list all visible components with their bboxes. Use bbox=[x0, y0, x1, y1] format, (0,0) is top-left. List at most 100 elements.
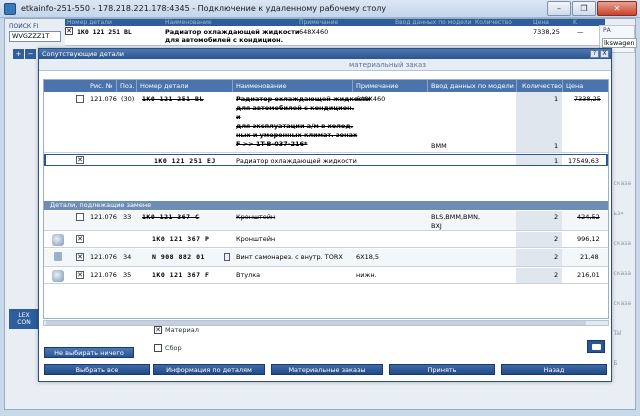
material-checkbox[interactable]: ✕ bbox=[154, 326, 162, 334]
horizontal-scrollbar[interactable] bbox=[43, 320, 609, 326]
screw-thumbnail-icon[interactable] bbox=[54, 252, 62, 261]
restore-button[interactable]: ❐ bbox=[572, 1, 596, 16]
print-icon[interactable] bbox=[587, 340, 605, 353]
background-table-header: Номер детали Наименование Примечание Вво… bbox=[65, 19, 605, 26]
bg-row-checkbox[interactable]: ✕ bbox=[65, 27, 73, 35]
table-row[interactable]: 121.076 (30) 1K0 121 251 BL Радиатор охл… bbox=[44, 92, 608, 153]
row-name: Винт самонарез. с внутр. TORX bbox=[236, 253, 343, 261]
bg-right-label-6: Б bbox=[613, 360, 618, 367]
bg-right-label-2: сказа bbox=[613, 240, 631, 247]
row-name: Кронштейн bbox=[236, 235, 276, 243]
row-checkbox[interactable]: ✕ bbox=[76, 235, 84, 243]
part-info-button[interactable]: Информация по деталям bbox=[153, 364, 265, 375]
background-table-row[interactable]: ✕ 1K0 121 251 BL Радиатор охлаждающей жи… bbox=[65, 26, 605, 46]
assembly-option[interactable]: Сбор bbox=[154, 344, 182, 352]
back-button[interactable]: Назад bbox=[501, 364, 607, 375]
row-name-line: ных и умеренных климат. зонах bbox=[236, 131, 358, 139]
row-part[interactable]: N 908 882 01 bbox=[152, 253, 205, 261]
zoom-in-icon[interactable]: + bbox=[13, 49, 24, 59]
bushing-thumbnail-icon[interactable] bbox=[52, 270, 64, 282]
row-part[interactable]: 1K0 121 367 F bbox=[152, 271, 209, 279]
row-fig: 121.076 bbox=[90, 95, 117, 103]
document-icon[interactable] bbox=[224, 253, 230, 261]
row-part[interactable]: 1K0 121 251 BL bbox=[142, 95, 204, 103]
deselect-all-button[interactable]: Не выбирать ничего bbox=[44, 347, 134, 358]
remote-desktop-icon bbox=[4, 2, 16, 15]
row-model: BLS,BMM,BMN, bbox=[431, 213, 481, 221]
window-controls: – ❐ ✕ bbox=[547, 1, 637, 16]
search-input[interactable]: WVGZZZ1T bbox=[9, 31, 61, 42]
lexcom-text: LEX CON bbox=[17, 312, 31, 326]
bg-right-label-4: сказа bbox=[613, 300, 631, 307]
table-row[interactable]: ✕ 121.076 35 1K0 121 367 F Втулка нижн. … bbox=[44, 268, 608, 284]
minimize-button[interactable]: – bbox=[547, 1, 571, 16]
dialog-title-buttons: ? X bbox=[590, 50, 609, 58]
row-name-line: для эксплуатации а/м в холод. bbox=[236, 122, 354, 130]
material-orders-button[interactable]: Материальные заказы bbox=[271, 364, 383, 375]
bg-right-label: РА bbox=[603, 27, 611, 34]
col-note[interactable]: Примечание bbox=[356, 82, 398, 90]
accept-button[interactable]: Принять bbox=[389, 364, 495, 375]
row-fig: 121.076 bbox=[90, 271, 117, 279]
table-row-selected[interactable]: ✕ 1K0 121 251 EJ Радиатор охлаждающей жи… bbox=[44, 154, 608, 166]
material-label: Материал bbox=[165, 326, 199, 334]
row-name-line: для автомобилей с кондицион. bbox=[236, 104, 355, 112]
row-qty: 1 bbox=[554, 95, 559, 103]
window-title: etkainfo-251-550 - 178.218.221.178:4345 … bbox=[21, 4, 387, 13]
row-checkbox[interactable]: ✕ bbox=[76, 156, 84, 164]
col-qty[interactable]: Количество bbox=[522, 82, 562, 90]
col-price[interactable]: Цена bbox=[566, 82, 583, 90]
row-pos: 34 bbox=[123, 253, 132, 261]
row-name: Радиатор охлаждающей жидкости bbox=[236, 157, 357, 165]
table-row[interactable]: ✕ 1K0 121 367 P Кронштейн 2 996,12 bbox=[44, 232, 608, 248]
col-model[interactable]: Ввод данных по модели bbox=[431, 82, 514, 90]
part-thumbnail-icon[interactable] bbox=[52, 234, 64, 246]
bg-right-label-5: Tal bbox=[613, 330, 622, 337]
close-button[interactable]: ✕ bbox=[597, 1, 637, 16]
bg-col-price: Цена bbox=[533, 19, 549, 26]
lexcom-logo: LEX CON bbox=[9, 309, 39, 329]
row-pos: (30) bbox=[121, 95, 135, 103]
row-qty: 2 bbox=[554, 235, 559, 243]
col-pos[interactable]: Поз. bbox=[120, 82, 134, 90]
row-model-2: BXJ bbox=[431, 222, 442, 230]
bg-col-k: K bbox=[573, 19, 577, 26]
row-checkbox[interactable]: ✕ bbox=[76, 253, 84, 261]
row-fig: 121.076 bbox=[90, 253, 117, 261]
bg-row-note: 648X460 bbox=[299, 28, 329, 36]
col-name[interactable]: Наименование bbox=[236, 82, 287, 90]
table-row[interactable]: 121.076 33 1K0 121 367 C Кронштейн BLS,B… bbox=[44, 211, 608, 231]
select-all-button[interactable]: Выбрать все bbox=[44, 364, 150, 375]
dialog-close-button[interactable]: X bbox=[600, 50, 609, 58]
dialog-help-button[interactable]: ? bbox=[590, 50, 599, 58]
material-option[interactable]: ✕ Материал bbox=[154, 326, 199, 334]
grid-header: Рис. № Поз. Номер детали Наименование Пр… bbox=[44, 80, 608, 92]
parts-grid: Рис. № Поз. Номер детали Наименование Пр… bbox=[43, 79, 609, 319]
scrollbar-thumb[interactable] bbox=[46, 321, 586, 325]
table-row[interactable]: ✕ 121.076 34 N 908 882 01 Винт самонарез… bbox=[44, 249, 608, 267]
dialog-title: Сопутствующие детали bbox=[42, 50, 124, 58]
row-checkbox[interactable] bbox=[76, 213, 84, 221]
bg-col-note: Примечание bbox=[299, 19, 339, 26]
bg-row-name2: для автомобилей с кондицион. bbox=[165, 36, 284, 44]
col-fig[interactable]: Рис. № bbox=[90, 82, 113, 90]
bg-right-label-3: сказа bbox=[613, 270, 631, 277]
bg-right-value[interactable]: lkswagen bbox=[602, 38, 637, 48]
bg-row-part: 1K0 121 251 BL bbox=[77, 28, 132, 36]
zoom-out-icon[interactable]: − bbox=[25, 49, 36, 59]
row-model: BMM bbox=[431, 142, 447, 150]
row-part[interactable]: 1K0 121 367 P bbox=[152, 235, 209, 243]
row-name: Втулка bbox=[236, 271, 261, 279]
row-checkbox[interactable]: ✕ bbox=[76, 271, 84, 279]
row-price: 216,01 bbox=[577, 271, 600, 279]
row-checkbox[interactable] bbox=[76, 95, 84, 103]
bg-row-name: Радиатор охлаждающей жидкости bbox=[165, 28, 300, 36]
row-price: 17549,63 bbox=[568, 157, 600, 165]
row-part[interactable]: 1K0 121 251 EJ bbox=[154, 157, 216, 165]
row-part[interactable]: 1K0 121 367 C bbox=[142, 213, 199, 221]
row-qty-2: 1 bbox=[554, 142, 559, 150]
section-replace-header: Детали, подлежащие замене bbox=[44, 201, 608, 210]
row-note: 6X18,5 bbox=[356, 253, 380, 261]
assembly-checkbox[interactable] bbox=[154, 344, 162, 352]
col-part[interactable]: Номер детали bbox=[140, 82, 189, 90]
